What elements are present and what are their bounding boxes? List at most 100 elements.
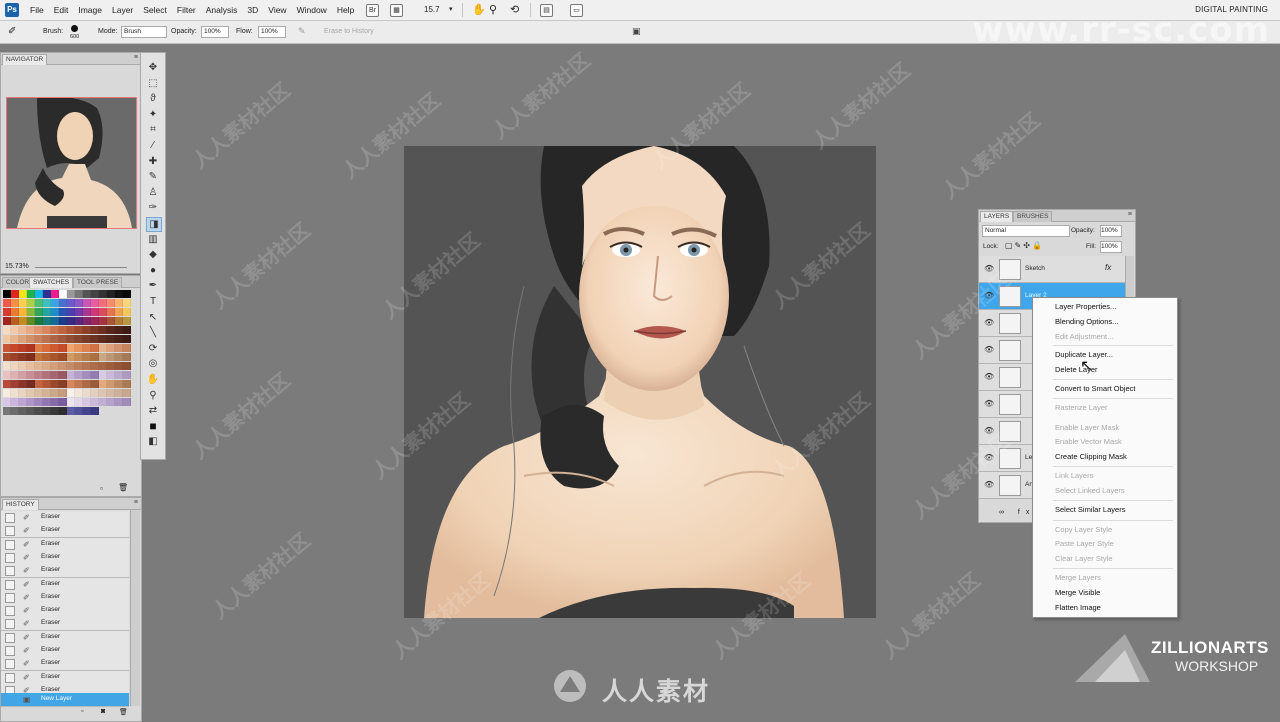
zoom-tool-icon[interactable]: ⚲ [146, 389, 160, 402]
visibility-eye-icon[interactable]: 👁 [984, 426, 994, 435]
swatch[interactable] [27, 362, 35, 370]
swatch[interactable] [3, 308, 11, 316]
swatch[interactable] [27, 308, 35, 316]
lock-icons[interactable]: ▢✎✣🔒 [1005, 241, 1044, 250]
menu-image[interactable]: Image [78, 5, 102, 15]
swatch[interactable] [75, 326, 83, 334]
swatch[interactable] [11, 371, 19, 379]
swatch[interactable] [115, 299, 123, 307]
swatch[interactable] [67, 344, 75, 352]
swatch[interactable] [51, 344, 59, 352]
swatch[interactable] [59, 317, 67, 325]
visibility-eye-icon[interactable]: 👁 [984, 399, 994, 408]
swatch[interactable] [91, 353, 99, 361]
swatch[interactable] [99, 353, 107, 361]
navigator-zoom-value[interactable]: 15.73% [5, 263, 29, 270]
menu-file[interactable]: File [30, 5, 44, 15]
swatch[interactable] [115, 353, 123, 361]
swatch[interactable] [67, 353, 75, 361]
bridge-button[interactable]: Br [366, 4, 379, 17]
pen-tool-icon[interactable]: ✒ [146, 279, 160, 292]
shape-tool-icon[interactable]: ╲ [146, 326, 160, 339]
swatch[interactable] [43, 326, 51, 334]
swatch[interactable] [83, 308, 91, 316]
3d-rotate-tool-icon[interactable]: ⟳ [146, 342, 160, 355]
view-extras-icon[interactable]: ▦ [390, 4, 403, 17]
panel-menu-icon[interactable]: ≡ [134, 54, 138, 61]
swatch[interactable] [11, 407, 19, 415]
swatch[interactable] [83, 389, 91, 397]
swatch[interactable] [83, 335, 91, 343]
swatch[interactable] [43, 290, 51, 298]
swatch[interactable] [83, 326, 91, 334]
swatch[interactable] [19, 335, 27, 343]
swatch[interactable] [67, 362, 75, 370]
swatch[interactable] [107, 290, 115, 298]
swatch[interactable] [27, 407, 35, 415]
swatch[interactable] [35, 362, 43, 370]
3d-orbit-tool-icon[interactable]: ◎ [146, 357, 160, 370]
delete-swatch-icon[interactable]: 🗑 [118, 483, 128, 492]
history-state[interactable]: ✐ Eraser [1, 617, 129, 632]
swatch[interactable] [67, 317, 75, 325]
swatch[interactable] [35, 407, 43, 415]
swatch[interactable] [3, 290, 11, 298]
swatch[interactable] [3, 362, 11, 370]
swatch[interactable] [11, 308, 19, 316]
swatch[interactable] [43, 362, 51, 370]
layer-footer-icons[interactable]: ∞ fx [999, 509, 1035, 516]
swatch[interactable] [3, 353, 11, 361]
swatch[interactable] [67, 398, 75, 406]
context-menu-item[interactable]: Layer Properties... [1055, 302, 1116, 311]
swatch[interactable] [11, 299, 19, 307]
swatch[interactable] [35, 299, 43, 307]
context-menu-item[interactable]: Convert to Smart Object [1055, 384, 1135, 393]
tab-brushes[interactable]: BRUSHES [1013, 211, 1053, 222]
swatch[interactable] [19, 317, 27, 325]
swatch[interactable] [107, 335, 115, 343]
swatch[interactable] [51, 335, 59, 343]
visibility-eye-icon[interactable]: 👁 [984, 318, 994, 327]
visibility-eye-icon[interactable]: 👁 [984, 291, 994, 300]
swatch[interactable] [91, 362, 99, 370]
swatch[interactable] [59, 362, 67, 370]
swatch[interactable] [75, 389, 83, 397]
delete-state-icon[interactable]: 🗑 [119, 708, 128, 716]
swatch[interactable] [115, 389, 123, 397]
context-menu-item[interactable]: Flatten Image [1055, 603, 1101, 612]
swatch[interactable] [75, 299, 83, 307]
zoom-dropdown[interactable]: 15.7 [424, 5, 440, 14]
swatch[interactable] [43, 344, 51, 352]
swatch[interactable] [91, 299, 99, 307]
swatch[interactable] [115, 371, 123, 379]
swatch[interactable] [19, 353, 27, 361]
swatch[interactable] [51, 389, 59, 397]
swatch[interactable] [91, 407, 99, 415]
swatch[interactable] [107, 326, 115, 334]
eraser-tool-icon[interactable]: ◨ [146, 217, 162, 232]
swatch[interactable] [59, 380, 67, 388]
blur-tool-icon[interactable]: ◆ [146, 248, 160, 261]
tablet-pressure-icon[interactable]: ▣ [632, 26, 641, 37]
swatch[interactable] [27, 290, 35, 298]
opacity-field[interactable]: 100% [201, 26, 229, 38]
menu-3d[interactable]: 3D [247, 5, 258, 15]
swatch[interactable] [59, 398, 67, 406]
history-state[interactable]: ✐ Eraser [1, 630, 129, 645]
swatch[interactable] [43, 308, 51, 316]
swatch[interactable] [123, 335, 131, 343]
menu-analysis[interactable]: Analysis [206, 5, 238, 15]
swatch[interactable] [123, 308, 131, 316]
swatch[interactable] [43, 353, 51, 361]
navigator-zoom-slider[interactable] [35, 267, 127, 268]
swatch[interactable] [123, 299, 131, 307]
dodge-tool-icon[interactable]: ● [146, 264, 160, 277]
history-state[interactable]: ✐ Eraser [1, 537, 129, 552]
history-scrollbar[interactable] [130, 510, 140, 706]
flow-field[interactable]: 100% [258, 26, 286, 38]
swatch[interactable] [59, 299, 67, 307]
swatch[interactable] [83, 344, 91, 352]
swatch[interactable] [115, 326, 123, 334]
swatch[interactable] [51, 308, 59, 316]
swatch[interactable] [115, 290, 123, 298]
